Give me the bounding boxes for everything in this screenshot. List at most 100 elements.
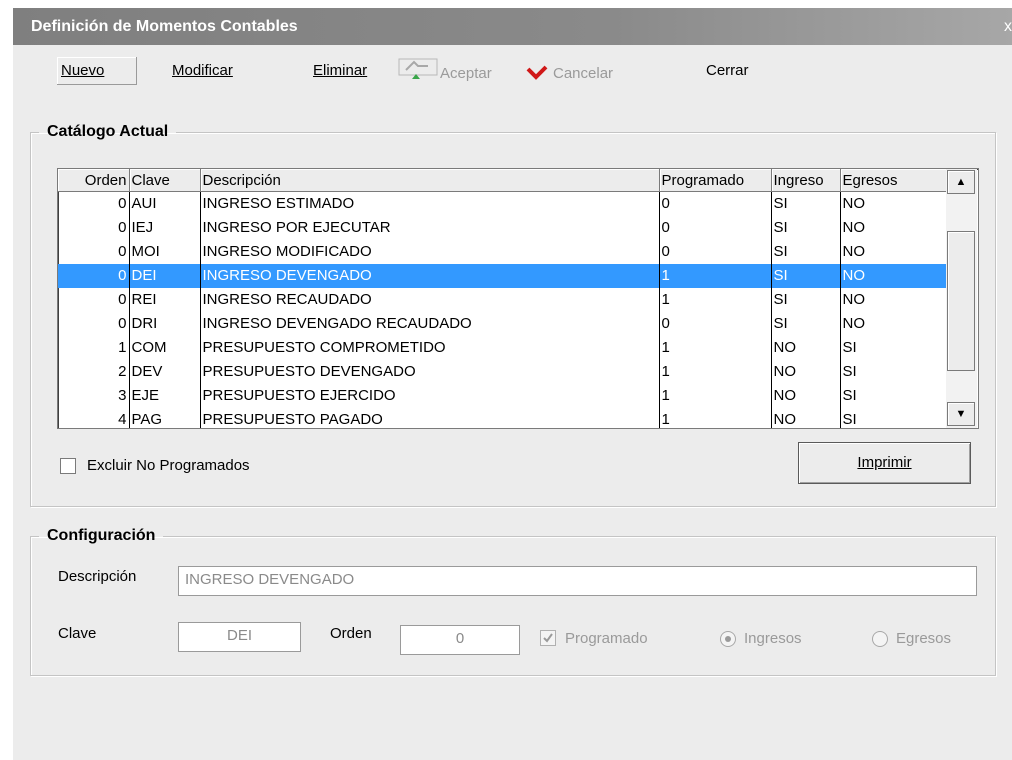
column-header[interactable]: Clave	[129, 169, 201, 192]
modificar-button[interactable]: Modificar	[172, 57, 233, 85]
table-cell: DRI	[129, 312, 201, 336]
table-cell: NO	[840, 216, 947, 240]
table-cell: EJE	[129, 384, 201, 408]
table-cell: SI	[771, 312, 841, 336]
table-row[interactable]: 0 DRI INGRESO DEVENGADO RECAUDADO 0 SI NO	[58, 312, 947, 336]
clave-field[interactable]: DEI	[178, 622, 301, 652]
nuevo-button[interactable]: Nuevo	[57, 57, 137, 85]
table-cell: 1	[659, 408, 772, 428]
table-body: 0 AUI INGRESO ESTIMADO 0 SI NO 0 IEJ INGRESO POR…	[58, 191, 947, 428]
cerrar-button[interactable]: Cerrar	[706, 57, 749, 85]
table-row[interactable]: 3 EJE PRESUPUESTO EJERCIDO 1 NO SI	[58, 384, 947, 408]
column-header[interactable]: Descripción	[200, 169, 660, 192]
table-cell: INGRESO POR EJECUTAR	[200, 216, 660, 240]
table-cell: 0	[659, 312, 772, 336]
orden-field[interactable]: 0	[400, 625, 520, 655]
table-cell: INGRESO DEVENGADO RECAUDADO	[200, 312, 660, 336]
column-header[interactable]: Ingreso	[771, 169, 841, 192]
table-row[interactable]: 0 AUI INGRESO ESTIMADO 0 SI NO	[58, 191, 947, 216]
table-cell: 0	[58, 216, 130, 240]
table-row[interactable]: 2 DEV PRESUPUESTO DEVENGADO 1 NO SI	[58, 360, 947, 384]
table-cell: SI	[771, 264, 841, 288]
table-row[interactable]: 0 DEI INGRESO DEVENGADO 1 SI NO	[58, 264, 947, 288]
table-cell: 4	[58, 408, 130, 428]
clave-label: Clave	[58, 625, 97, 642]
table-cell: NO	[840, 191, 947, 216]
table-cell: NO	[771, 336, 841, 360]
table-row[interactable]: 0 REI INGRESO RECAUDADO 1 SI NO	[58, 288, 947, 312]
table-cell: 1	[58, 336, 130, 360]
table-cell: 1	[659, 336, 772, 360]
eliminar-button[interactable]: Eliminar	[313, 57, 367, 85]
cancelar-icon	[525, 57, 551, 91]
table-cell: 0	[659, 191, 772, 216]
table-cell: 1	[659, 264, 772, 288]
ingresos-label: Ingresos	[744, 630, 802, 647]
table-cell: NO	[840, 288, 947, 312]
scroll-down-icon[interactable]: ▼	[947, 402, 975, 426]
table-row[interactable]: 0 MOI INGRESO MODIFICADO 0 SI NO	[58, 240, 947, 264]
close-icon[interactable]: x	[1004, 8, 1012, 45]
excluir-label: Excluir No Programados	[87, 457, 250, 474]
table-cell: NO	[840, 264, 947, 288]
excluir-checkbox[interactable]	[60, 458, 76, 474]
descripcion-field[interactable]: INGRESO DEVENGADO	[178, 566, 977, 596]
catalog-grid[interactable]: Orden Clave Descripción Programado Ingreso Eg…	[57, 168, 979, 429]
check-icon	[543, 633, 553, 643]
table-cell: SI	[840, 360, 947, 384]
cancelar-button[interactable]: Cancelar	[525, 57, 613, 85]
table-cell: REI	[129, 288, 201, 312]
catalogo-legend: Catálogo Actual	[47, 123, 169, 140]
programado-checkbox[interactable]	[540, 630, 556, 646]
scroll-thumb[interactable]	[947, 231, 975, 371]
table-cell: SI	[771, 240, 841, 264]
table-cell: INGRESO MODIFICADO	[200, 240, 660, 264]
configuracion-legend: Configuración	[47, 527, 156, 544]
table-cell: 1	[659, 360, 772, 384]
column-header[interactable]: Programado	[659, 169, 772, 192]
table-cell: NO	[771, 384, 841, 408]
table-cell: 2	[58, 360, 130, 384]
table-cell: 0	[58, 191, 130, 216]
table-cell: 1	[659, 384, 772, 408]
vertical-scrollbar[interactable]: ▲ ▼	[946, 169, 977, 428]
column-header[interactable]: Orden	[58, 169, 130, 192]
table-row[interactable]: 0 IEJ INGRESO POR EJECUTAR 0 SI NO	[58, 216, 947, 240]
table-cell: COM	[129, 336, 201, 360]
imprimir-button[interactable]: Imprimir	[798, 442, 971, 484]
table-cell: INGRESO ESTIMADO	[200, 191, 660, 216]
table-row[interactable]: 1 COM PRESUPUESTO COMPROMETIDO 1 NO SI	[58, 336, 947, 360]
table-cell: PRESUPUESTO DEVENGADO	[200, 360, 660, 384]
table-cell: SI	[840, 384, 947, 408]
table-cell: NO	[771, 408, 841, 428]
table-cell: NO	[840, 312, 947, 336]
table-cell: 1	[659, 288, 772, 312]
table-cell: SI	[771, 191, 841, 216]
aceptar-button[interactable]: Aceptar	[398, 57, 492, 85]
title-bar: Definición de Momentos Contables x	[13, 8, 1012, 45]
table-cell: INGRESO DEVENGADO	[200, 264, 660, 288]
table-cell: DEV	[129, 360, 201, 384]
table-row[interactable]: 4 PAG PRESUPUESTO PAGADO 1 NO SI	[58, 408, 947, 428]
table-cell: MOI	[129, 240, 201, 264]
table-cell: INGRESO RECAUDADO	[200, 288, 660, 312]
egresos-radio[interactable]	[872, 631, 888, 647]
table-cell: SI	[840, 408, 947, 428]
window-title: Definición de Momentos Contables	[31, 18, 298, 35]
table-cell: 3	[58, 384, 130, 408]
ingresos-radio[interactable]	[720, 631, 736, 647]
scroll-up-icon[interactable]: ▲	[947, 170, 975, 194]
table-cell: 0	[58, 312, 130, 336]
aceptar-icon	[398, 57, 438, 91]
table-cell: 0	[58, 240, 130, 264]
table-cell: DEI	[129, 264, 201, 288]
table-cell: SI	[840, 336, 947, 360]
orden-label: Orden	[330, 625, 372, 642]
table-cell: 0	[58, 264, 130, 288]
table-cell: PRESUPUESTO PAGADO	[200, 408, 660, 428]
table-cell: SI	[771, 216, 841, 240]
programado-label: Programado	[565, 630, 648, 647]
table-cell: NO	[840, 240, 947, 264]
column-header[interactable]: Egresos	[840, 169, 947, 192]
descripcion-label: Descripción	[58, 568, 137, 585]
